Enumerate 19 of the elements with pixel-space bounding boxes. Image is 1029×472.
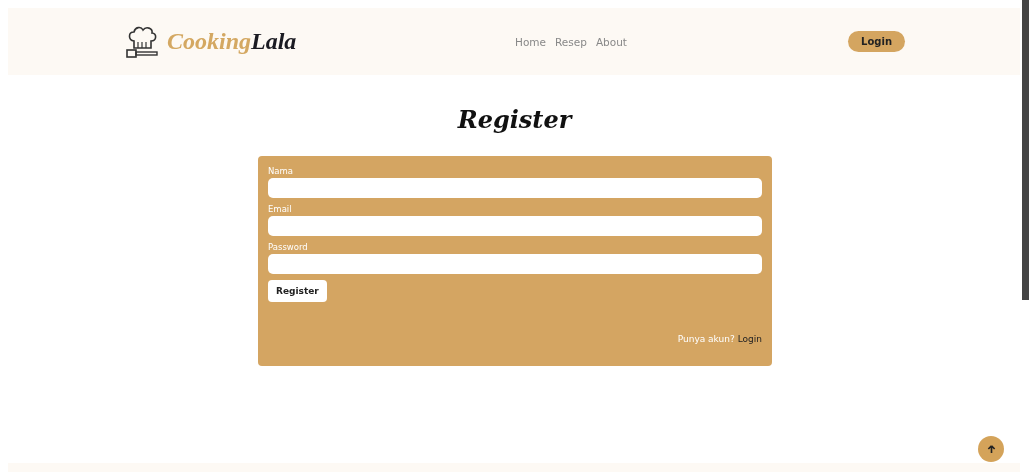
scrollbar[interactable] <box>1022 0 1029 300</box>
field-label: Nama <box>268 166 295 176</box>
chef-hat-icon <box>125 24 159 59</box>
nav-link[interactable]: Home <box>515 35 546 48</box>
account-prompt: Punya akun? <box>677 334 735 344</box>
input-field[interactable] <box>268 254 762 274</box>
page-title: Register <box>456 105 574 134</box>
field-label: Email <box>268 204 293 214</box>
brand-name[interactable]: Lala <box>251 28 297 55</box>
login-button[interactable]: Login <box>848 31 905 52</box>
field-label: Password <box>268 242 309 252</box>
nav-link[interactable]: Resep <box>555 35 587 48</box>
up-arrow-icon <box>986 444 996 454</box>
scroll-top-button[interactable] <box>978 436 1004 462</box>
login-link[interactable]: Login <box>737 334 762 344</box>
input-field[interactable] <box>268 178 762 198</box>
input-field[interactable] <box>268 216 762 236</box>
nav-link[interactable]: About <box>595 35 627 48</box>
register-button[interactable]: Register <box>268 280 327 302</box>
